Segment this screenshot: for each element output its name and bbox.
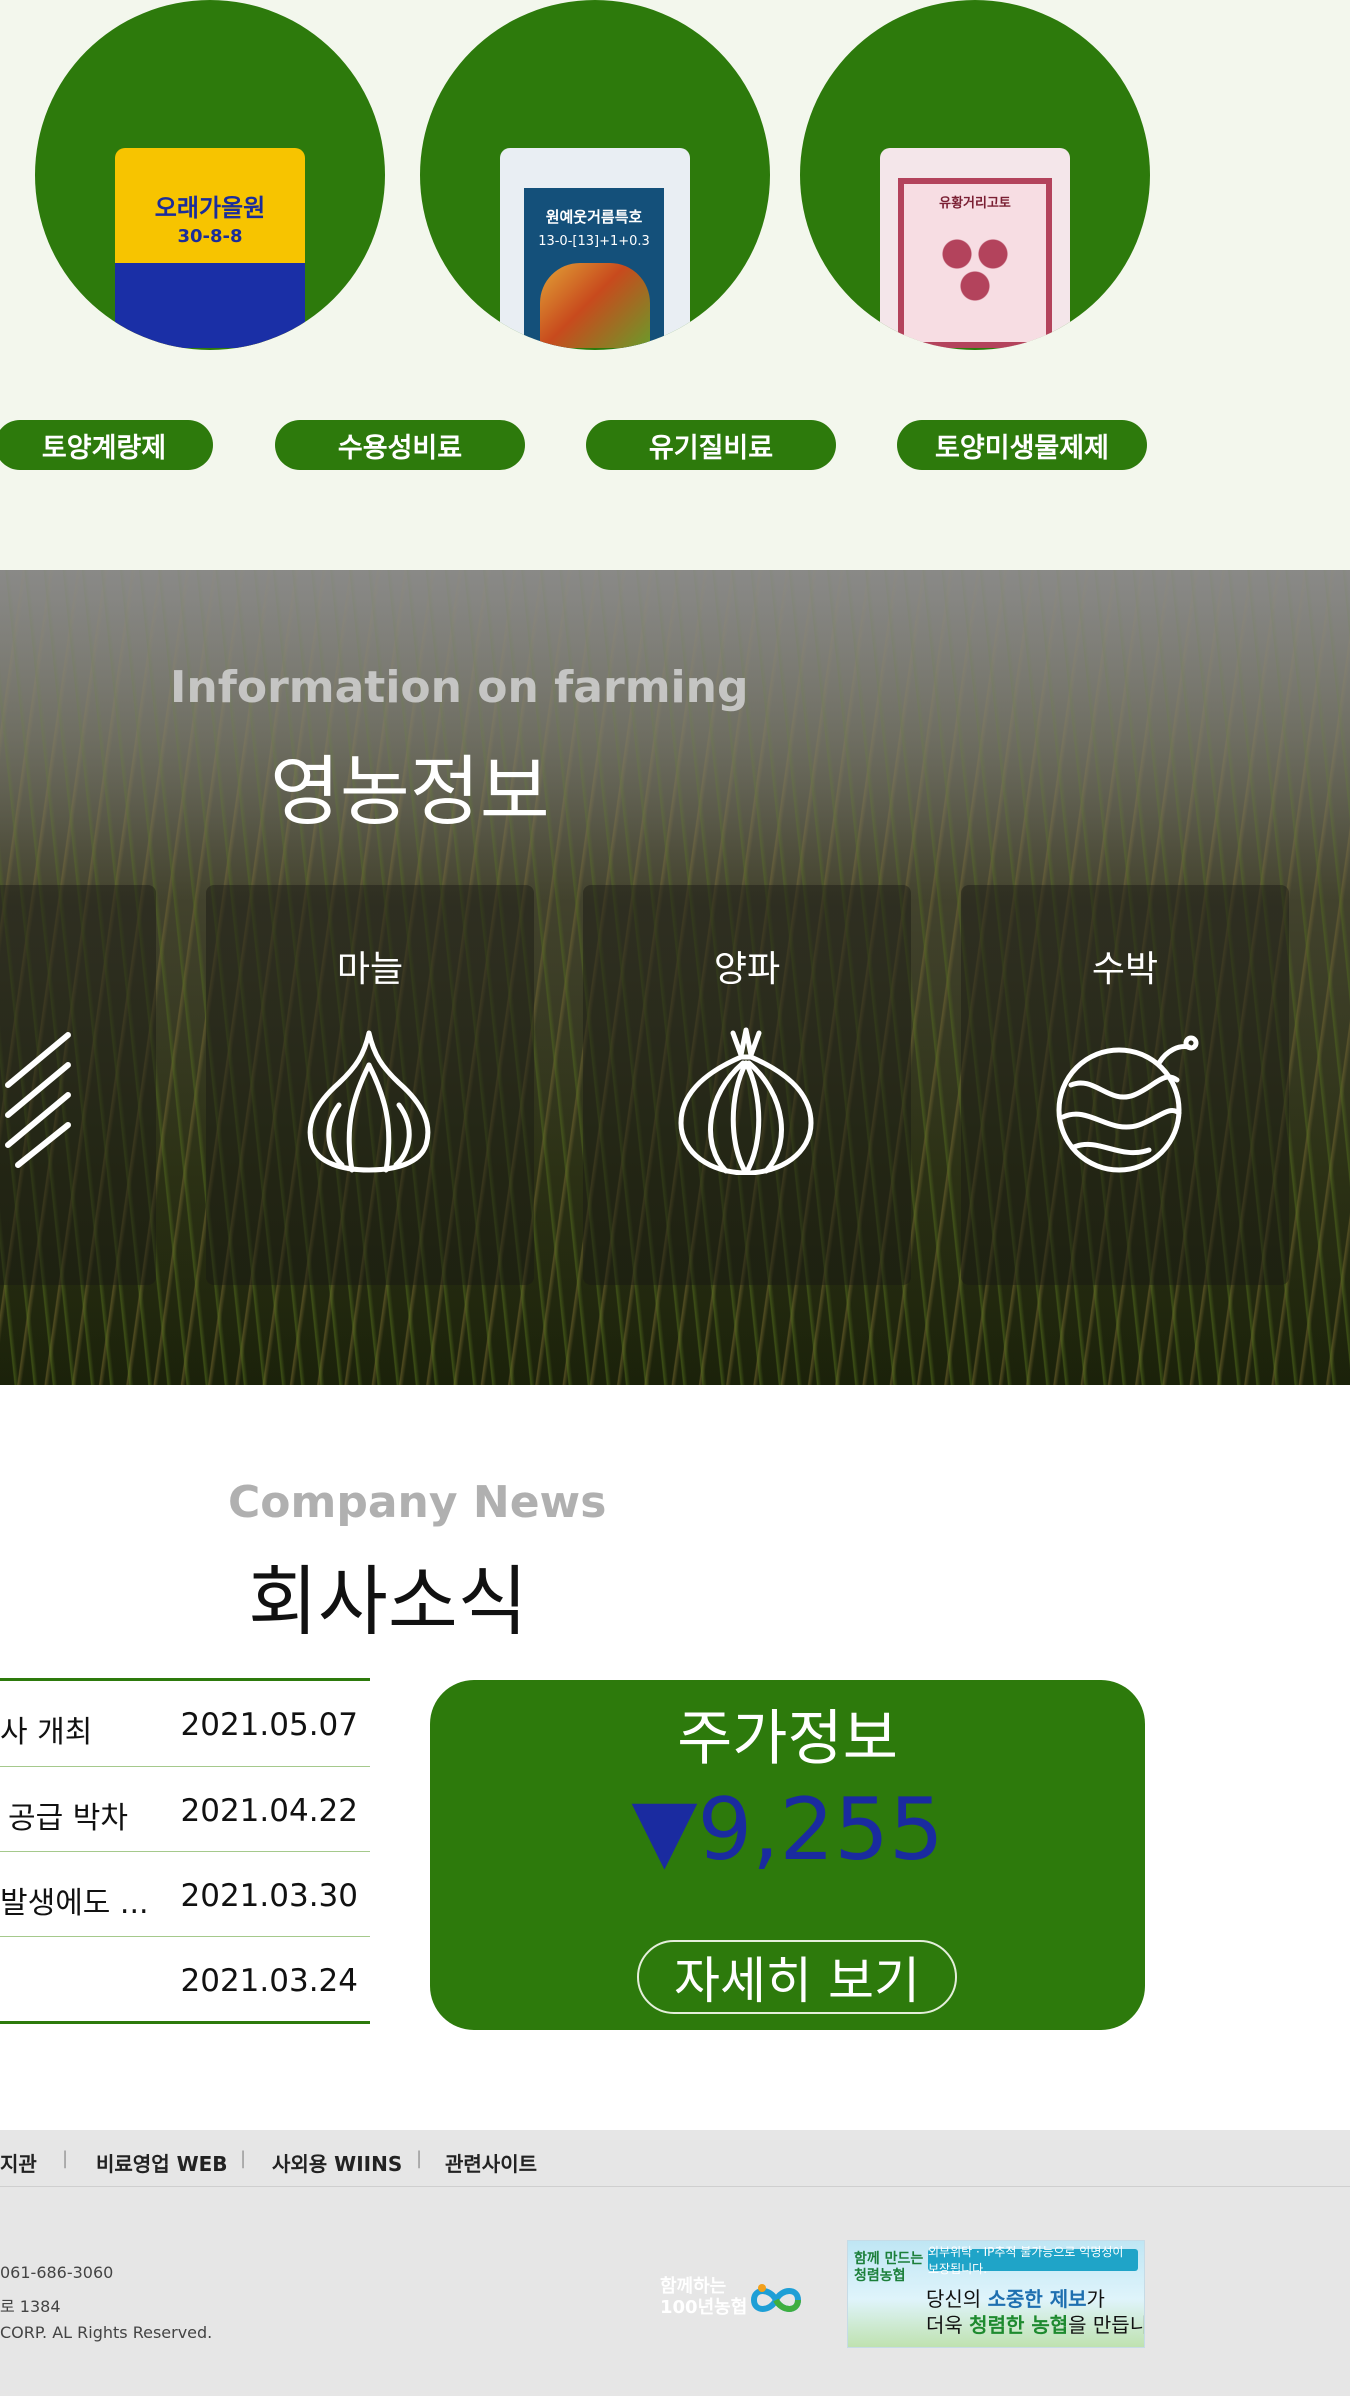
news-date: 2021.03.24	[180, 1963, 359, 1999]
integrity-report-banner[interactable]: 외부위탁 · IP추적 불가능으로 익명성이 보장됩니다. 함께 만드는 청렴농…	[847, 2240, 1145, 2348]
category-organic-button[interactable]: 유기질비료	[586, 420, 836, 470]
nonghyup-100-logo: 함께하는 100년농협	[660, 2270, 805, 2325]
bag-label: 13-0-[13]+1+0.3	[538, 234, 650, 249]
footer-address: 로 1384	[0, 2297, 61, 2316]
news-date: 2021.04.22	[180, 1793, 359, 1829]
crop-card[interactable]: 리	[0, 885, 156, 1285]
bag-label: 유황거리고토	[939, 196, 1011, 211]
crop-card-label: 수박	[1091, 949, 1159, 990]
fertilizer-bag-icon: 원예웃거름특호 13-0-[13]+1+0.3	[500, 148, 690, 348]
bag-label: 오래가올원	[154, 194, 266, 222]
footer-copyright: CORP. AL Rights Reserved.	[0, 2323, 213, 2342]
hexagon-pattern-icon	[930, 230, 1020, 310]
infinity-logo-icon	[750, 2284, 802, 2312]
crop-card-label: 양파	[713, 949, 781, 990]
news-list: 사 개최 2021.05.07 공급 박차 2021.04.22 발생에도 ..…	[0, 1678, 370, 2024]
banner-notice: 외부위탁 · IP추적 불가능으로 익명성이 보장됩니다.	[928, 2245, 1138, 2276]
footer-separator: |	[62, 2148, 69, 2169]
crop-card[interactable]: 수박	[961, 885, 1289, 1285]
footer-link[interactable]: 지관	[0, 2148, 37, 2177]
product-image-2[interactable]: 원예웃거름특호 13-0-[13]+1+0.3	[420, 0, 770, 350]
product-section: 오래가올원 30-8-8 원예웃거름특호 13-0-[13]+1+0.3 유황거…	[0, 0, 1350, 570]
fertilizer-bag-icon: 유황거리고토	[880, 148, 1070, 348]
vegetables-icon	[540, 263, 650, 348]
section-title: 회사소식	[248, 1557, 528, 1646]
footer: 지관 | 비료영업 WEB | 사외용 WIINS | 관련사이트 061-68…	[0, 2130, 1350, 2396]
logo-line: 함께하는	[660, 2276, 727, 2297]
crop-card[interactable]: 양파	[583, 885, 911, 1285]
footer-phone: 061-686-3060	[0, 2263, 114, 2282]
onion-icon	[671, 1025, 821, 1176]
banner-slogan: 함께 만드는 청렴농협	[854, 2251, 924, 2284]
section-subtitle: Company News	[228, 1477, 607, 1528]
crop-card-label: 리	[0, 940, 156, 992]
banner-line-1: 당신의 소중한 제보가	[926, 2287, 1105, 2311]
category-microbial-button[interactable]: 토양미생물제제	[897, 420, 1147, 470]
section-subtitle: Information on farming	[170, 662, 749, 713]
footer-links: 지관 | 비료영업 WEB | 사외용 WIINS | 관련사이트	[0, 2130, 1350, 2187]
news-date: 2021.05.07	[180, 1707, 359, 1743]
bag-label: 30-8-8	[177, 226, 243, 247]
garlic-icon	[294, 1025, 444, 1175]
crop-icon	[0, 1025, 98, 1175]
product-image-1[interactable]: 오래가올원 30-8-8	[35, 0, 385, 350]
news-title[interactable]: 공급 박차	[8, 1793, 128, 1837]
footer-separator: |	[240, 2148, 247, 2169]
company-news-section: Company News 회사소식 사 개최 2021.05.07 공급 박차 …	[0, 1385, 1350, 2130]
stock-detail-button[interactable]: 자세히 보기	[637, 1940, 957, 2014]
stock-title: 주가정보	[677, 1704, 898, 1774]
section-title: 영농정보	[270, 747, 550, 836]
stock-price: ▼9,255	[631, 1780, 944, 1880]
footer-separator: |	[416, 2148, 423, 2169]
crop-card[interactable]: 마늘	[206, 885, 534, 1285]
product-image-3[interactable]: 유황거리고토	[800, 0, 1150, 350]
bag-label: 원예웃거름특호	[545, 208, 643, 226]
logo-text: 함께하는 100년농협	[660, 2276, 747, 2318]
news-item[interactable]: 2021.03.24	[0, 1936, 370, 2021]
farming-info-section: Information on farming 영농정보 리 마늘 양파	[0, 570, 1350, 1385]
stock-info-panel: 주가정보 ▼9,255 자세히 보기	[430, 1680, 1145, 2030]
banner-line-2: 더욱 청렴한 농협을 만듭니다.	[926, 2313, 1144, 2337]
category-water-soluble-button[interactable]: 수용성비료	[275, 420, 525, 470]
fertilizer-bag-icon: 오래가올원 30-8-8	[115, 148, 305, 348]
footer-link[interactable]: 비료영업 WEB	[96, 2148, 228, 2177]
watermelon-icon	[1049, 1025, 1199, 1175]
news-title[interactable]: 사 개최	[0, 1707, 92, 1751]
news-title[interactable]: 발생에도 ...	[0, 1878, 149, 1922]
crop-card-label: 마늘	[336, 949, 404, 990]
news-item[interactable]: 공급 박차 2021.04.22	[0, 1766, 370, 1851]
footer-link[interactable]: 관련사이트	[445, 2148, 537, 2177]
logo-line: 100년농협	[660, 2297, 748, 2318]
category-soil-conditioner-button[interactable]: 토양계량제	[0, 420, 213, 470]
news-item[interactable]: 발생에도 ... 2021.03.30	[0, 1851, 370, 1936]
news-item[interactable]: 사 개최 2021.05.07	[0, 1681, 370, 1766]
footer-link[interactable]: 사외용 WIINS	[272, 2148, 402, 2177]
news-date: 2021.03.30	[180, 1878, 359, 1914]
